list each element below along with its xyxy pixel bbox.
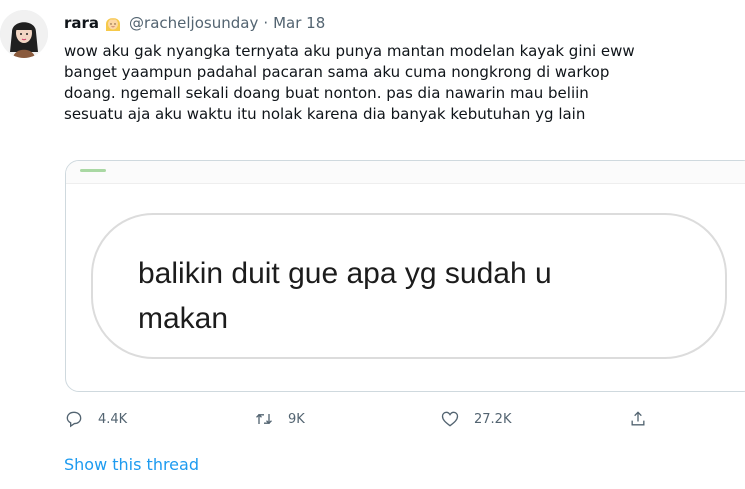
retweet-count: 9K	[288, 411, 305, 427]
tweet-actions: 4.4K 9K 27.2K	[64, 404, 684, 434]
retweet-button[interactable]: 9K	[254, 404, 305, 434]
share-button[interactable]	[628, 404, 648, 434]
chat-bubble: balikin duit gue apa yg sudah u makan	[91, 213, 727, 359]
like-button[interactable]: 27.2K	[440, 404, 511, 434]
display-name[interactable]: rara	[64, 14, 99, 32]
reply-count: 4.4K	[98, 411, 128, 427]
blonde-person-emoji-icon	[103, 13, 123, 33]
tweet-date[interactable]: Mar 18	[273, 14, 325, 32]
avatar-image	[0, 10, 48, 58]
chat-bubble-text: balikin duit gue apa yg sudah u makan	[138, 251, 718, 341]
chat-bubble-line: makan	[138, 302, 229, 335]
tweet-text: wow aku gak nyangka ternyata aku punya m…	[64, 41, 745, 125]
avatar[interactable]	[0, 10, 48, 58]
media-top-bar	[80, 169, 106, 172]
chat-bubble-line: balikin duit gue apa yg sudah u	[138, 257, 552, 290]
tweet-text-line: doang. ngemall sekali doang buat nonton.…	[64, 84, 589, 102]
reply-button[interactable]: 4.4K	[64, 404, 127, 434]
tweet-text-line: wow aku gak nyangka ternyata aku punya m…	[64, 42, 635, 60]
heart-icon	[441, 411, 459, 427]
media-top-strip	[66, 161, 745, 184]
reply-icon	[66, 411, 82, 428]
tweet-media-image[interactable]: balikin duit gue apa yg sudah u makan	[65, 160, 745, 392]
user-handle[interactable]: @racheljosunday	[129, 14, 258, 32]
tweet-text-line: banget yaampun padahal pacaran sama aku …	[64, 63, 610, 81]
show-thread-link[interactable]: Show this thread	[64, 455, 199, 474]
retweet-icon	[256, 413, 272, 425]
tweet-text-line: sesuatu aja aku waktu itu nolak karena d…	[64, 105, 586, 123]
like-count: 27.2K	[474, 411, 512, 427]
tweet-content: rara @racheljosunday · Mar 18 wow aku ga…	[64, 8, 745, 125]
share-icon	[631, 411, 645, 426]
tweet-header: rara @racheljosunday · Mar 18	[64, 8, 745, 38]
header-separator: ·	[263, 14, 269, 32]
